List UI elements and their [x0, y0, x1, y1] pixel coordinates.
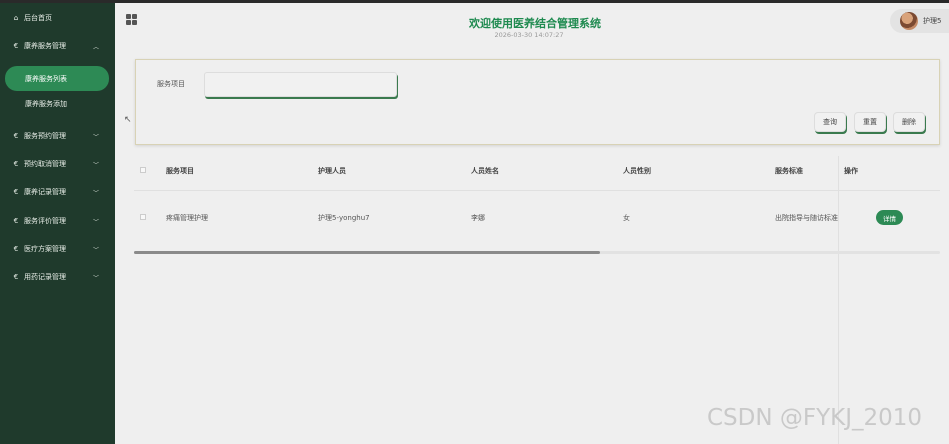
- sidebar-subitem-label: 康养服务列表: [25, 74, 67, 83]
- chevron-up-icon: ︿: [92, 43, 99, 51]
- column-header-name[interactable]: 人员姓名: [471, 166, 499, 176]
- datetime: 2026-03-30 14:07:27: [494, 31, 564, 39]
- sidebar-item-label: 服务预约管理: [24, 132, 66, 140]
- detail-button[interactable]: 详情: [876, 210, 903, 225]
- euro-icon: €: [13, 273, 19, 281]
- chevron-down-icon: ﹀: [92, 274, 99, 282]
- column-header-gender[interactable]: 人员性别: [623, 166, 651, 176]
- user-menu[interactable]: 护理5: [890, 9, 949, 33]
- sidebar-group-medical-plan[interactable]: € 医疗方案管理 ﹀: [0, 238, 115, 260]
- service-search-input[interactable]: [204, 72, 397, 97]
- cell-name: 李娜: [471, 214, 485, 222]
- query-button[interactable]: 查询: [814, 112, 846, 132]
- euro-icon: €: [13, 42, 19, 50]
- chevron-down-icon: ﹀: [92, 161, 99, 169]
- sidebar-item-label: 服务评价管理: [24, 217, 66, 225]
- cell-nurse: 护理5-yonghu7: [318, 214, 370, 222]
- avatar: [900, 12, 918, 30]
- sidebar-subitem-service-list[interactable]: 康养服务列表: [5, 66, 109, 91]
- delete-button[interactable]: 删除: [893, 112, 925, 132]
- sidebar-item-label: 康养服务管理: [24, 42, 66, 50]
- cell-service: 疼痛管理护理: [166, 214, 208, 222]
- row-checkbox[interactable]: [140, 214, 146, 220]
- euro-icon: €: [13, 245, 19, 253]
- chevron-down-icon: ﹀: [92, 189, 99, 197]
- username: 护理5: [923, 17, 942, 25]
- cell-standard: 出院指导与随访标准: [775, 214, 838, 222]
- reset-button[interactable]: 重置: [854, 112, 886, 132]
- euro-icon: €: [13, 132, 19, 140]
- chevron-down-icon: ﹀: [92, 246, 99, 254]
- sidebar-subitem-label: 康养服务添加: [25, 100, 67, 108]
- sidebar-item-label: 预约取消管理: [24, 160, 66, 168]
- fixed-column-divider: [838, 156, 839, 444]
- sidebar-group-record[interactable]: € 康养记录管理 ﹀: [0, 181, 115, 203]
- cell-gender: 女: [623, 214, 630, 222]
- column-header-service[interactable]: 服务项目: [166, 166, 194, 176]
- euro-icon: €: [13, 188, 19, 196]
- sidebar-subitem-service-add[interactable]: 康养服务添加: [25, 94, 67, 114]
- column-header-standard[interactable]: 服务标准: [775, 166, 803, 176]
- sidebar-group-medication[interactable]: € 用药记录管理 ﹀: [0, 266, 115, 288]
- mouse-cursor-icon: ↖: [124, 115, 132, 125]
- sidebar-item-label: 康养记录管理: [24, 188, 66, 196]
- column-header-action: 操作: [844, 167, 858, 175]
- page-title: 欢迎使用医养结合管理系统: [469, 17, 601, 30]
- select-all-checkbox[interactable]: [140, 167, 146, 173]
- column-header-nurse[interactable]: 护理人员: [318, 166, 346, 176]
- sidebar-group-evaluation[interactable]: € 服务评价管理 ﹀: [0, 210, 115, 232]
- euro-icon: €: [13, 160, 19, 168]
- row-divider: [134, 190, 940, 191]
- service-label: 服务项目: [157, 80, 185, 88]
- sidebar-group-appointment[interactable]: € 服务预约管理 ﹀: [0, 125, 115, 147]
- chevron-down-icon: ﹀: [92, 133, 99, 141]
- sidebar-item-label: 医疗方案管理: [24, 245, 66, 253]
- watermark: CSDN @FYKJ_2010: [707, 405, 923, 431]
- chevron-down-icon: ﹀: [92, 218, 99, 226]
- sidebar-item-label: 用药记录管理: [24, 273, 66, 281]
- euro-icon: €: [13, 217, 19, 225]
- sidebar-group-cancel[interactable]: € 预约取消管理 ﹀: [0, 153, 115, 175]
- horizontal-scrollbar-thumb[interactable]: [134, 251, 600, 254]
